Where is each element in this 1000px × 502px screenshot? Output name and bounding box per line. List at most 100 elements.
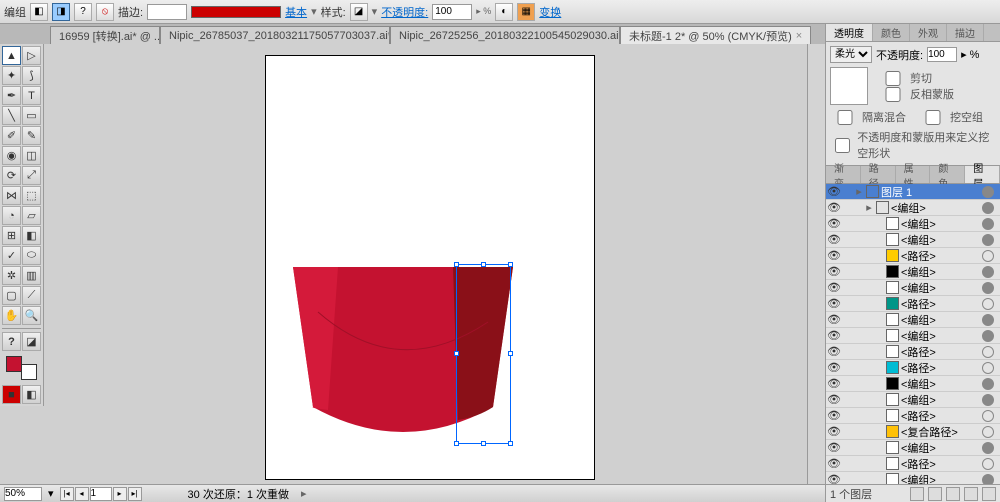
layer-name[interactable]: <编组> <box>901 440 976 456</box>
layer-row[interactable]: 👁 <编组> <box>826 312 1000 328</box>
layer-row[interactable]: 👁 <复合路径> <box>826 424 1000 440</box>
layer-name[interactable]: <编组> <box>901 392 976 408</box>
target-icon[interactable] <box>982 410 994 422</box>
layer-name[interactable]: <复合路径> <box>901 424 976 440</box>
next-icon[interactable]: ▸ <box>113 487 127 501</box>
recolor-icon[interactable]: ◐ <box>495 3 513 21</box>
doc-tab[interactable]: Nipic_26785037_20180321175057703037.ai* … <box>160 26 390 44</box>
visibility-icon[interactable]: 👁 <box>826 201 842 214</box>
target-icon[interactable] <box>982 346 994 358</box>
help-tool[interactable]: ? <box>2 332 21 351</box>
type-tool[interactable]: T <box>22 86 41 105</box>
handle-icon[interactable] <box>481 441 486 446</box>
layer-name[interactable]: <路径> <box>901 248 976 264</box>
attributes-tab[interactable]: 属性 <box>896 166 931 183</box>
twirl-icon[interactable]: ▸ <box>854 185 864 198</box>
gradient-mode[interactable]: ◧ <box>22 385 41 404</box>
target-icon[interactable] <box>982 202 994 214</box>
stroke-preview[interactable] <box>191 6 281 18</box>
layer-row[interactable]: 👁 <编组> <box>826 472 1000 484</box>
eraser-tool[interactable]: ◫ <box>22 146 41 165</box>
handle-icon[interactable] <box>508 262 513 267</box>
opacity-link[interactable]: 不透明度: <box>381 4 428 20</box>
opacity-thumb[interactable] <box>830 67 868 105</box>
visibility-icon[interactable]: 👁 <box>826 409 842 422</box>
artboard-tool[interactable]: ▢ <box>2 286 21 305</box>
layer-row[interactable]: 👁<路径> <box>826 456 1000 472</box>
target-icon[interactable] <box>982 218 994 230</box>
pathfinder-tab[interactable]: 路径 <box>861 166 896 183</box>
opacity-input[interactable] <box>432 4 472 20</box>
knockout-checkbox[interactable] <box>918 110 948 125</box>
mesh-tool[interactable]: ⊞ <box>2 226 21 245</box>
handle-icon[interactable] <box>508 351 513 356</box>
prev-icon[interactable]: ◂ <box>75 487 89 501</box>
layer-name[interactable]: <编组> <box>901 376 976 392</box>
blend-mode-select[interactable]: 柔光 <box>830 46 872 63</box>
free-transform-tool[interactable]: ⬚ <box>22 186 41 205</box>
visibility-icon[interactable]: 👁 <box>826 313 842 326</box>
zoom-tool[interactable]: 🔍 <box>22 306 41 325</box>
layer-name[interactable]: <编组> <box>901 472 976 485</box>
visibility-icon[interactable]: 👁 <box>826 249 842 262</box>
target-icon[interactable] <box>982 234 994 246</box>
target-icon[interactable] <box>982 442 994 454</box>
visibility-icon[interactable]: 👁 <box>826 233 842 246</box>
handle-icon[interactable] <box>481 262 486 267</box>
zoom-input[interactable] <box>4 487 42 501</box>
target-icon[interactable] <box>982 378 994 390</box>
layer-row[interactable]: 👁<编组> <box>826 440 1000 456</box>
layer-list[interactable]: 👁▸图层 1👁▸<编组>👁<编组>👁<编组>👁<路径>👁<编组>👁<编组>👁<路… <box>826 184 1000 484</box>
first-icon[interactable]: |◂ <box>60 487 74 501</box>
transparency-tab[interactable]: 透明度 <box>826 24 873 41</box>
doc-tab-active[interactable]: 未标题-1 2* @ 50% (CMYK/预览)× <box>620 26 811 44</box>
locate-icon[interactable] <box>910 487 924 501</box>
target-icon[interactable] <box>982 458 994 470</box>
target-icon[interactable] <box>982 282 994 294</box>
layer-name[interactable]: <路径> <box>901 296 976 312</box>
stroke-weight-input[interactable] <box>147 4 187 20</box>
scale-tool[interactable]: ⤢ <box>22 166 41 185</box>
fill-color[interactable] <box>6 356 22 372</box>
visibility-icon[interactable]: 👁 <box>826 361 842 374</box>
visibility-icon[interactable]: 👁 <box>826 345 842 358</box>
handle-icon[interactable] <box>454 441 459 446</box>
visibility-icon[interactable]: 👁 <box>826 473 842 484</box>
layer-name[interactable]: <编组> <box>901 232 976 248</box>
selection-tool[interactable]: ▲ <box>2 46 21 65</box>
target-icon[interactable] <box>982 250 994 262</box>
transform-link[interactable]: 变换 <box>539 4 561 20</box>
visibility-icon[interactable]: 👁 <box>826 425 842 438</box>
no-fill-icon[interactable]: ⦸ <box>96 3 114 21</box>
artboard[interactable] <box>265 55 595 480</box>
layer-row[interactable]: 👁<编组> <box>826 216 1000 232</box>
handle-icon[interactable] <box>454 351 459 356</box>
new-sublayer-icon[interactable] <box>946 487 960 501</box>
last-icon[interactable]: ▸| <box>128 487 142 501</box>
stroke-tab[interactable]: 描边 <box>947 24 984 41</box>
pencil-tool[interactable]: ✎ <box>22 126 41 145</box>
blob-brush-tool[interactable]: ◉ <box>2 146 21 165</box>
layer-row[interactable]: 👁<编组> <box>826 376 1000 392</box>
target-icon[interactable] <box>982 266 994 278</box>
slice-tool[interactable]: ⟋ <box>22 286 41 305</box>
layers-tab[interactable]: 图层 <box>965 166 1000 183</box>
target-icon[interactable] <box>982 362 994 374</box>
help-icon[interactable]: ? <box>74 3 92 21</box>
perspective-tool[interactable]: ▱ <box>22 206 41 225</box>
layer-name[interactable]: <编组> <box>901 264 976 280</box>
line-tool[interactable]: ╲ <box>2 106 21 125</box>
layer-row[interactable]: 👁<路径> <box>826 296 1000 312</box>
layer-name[interactable]: <编组> <box>901 312 976 328</box>
blend-tool[interactable]: ⬭ <box>22 246 41 265</box>
visibility-icon[interactable]: 👁 <box>826 393 842 406</box>
brush-link[interactable]: 基本 <box>285 4 307 20</box>
target-icon[interactable] <box>982 186 994 198</box>
layer-row[interactable]: 👁<路径> <box>826 360 1000 376</box>
layer-row[interactable]: 👁<编组> <box>826 280 1000 296</box>
target-icon[interactable] <box>982 426 994 438</box>
direct-selection-tool[interactable]: ▷ <box>22 46 41 65</box>
make-clip-icon[interactable] <box>928 487 942 501</box>
layer-name[interactable]: <编组> <box>901 328 976 344</box>
layer-name[interactable]: 图层 1 <box>881 184 976 200</box>
